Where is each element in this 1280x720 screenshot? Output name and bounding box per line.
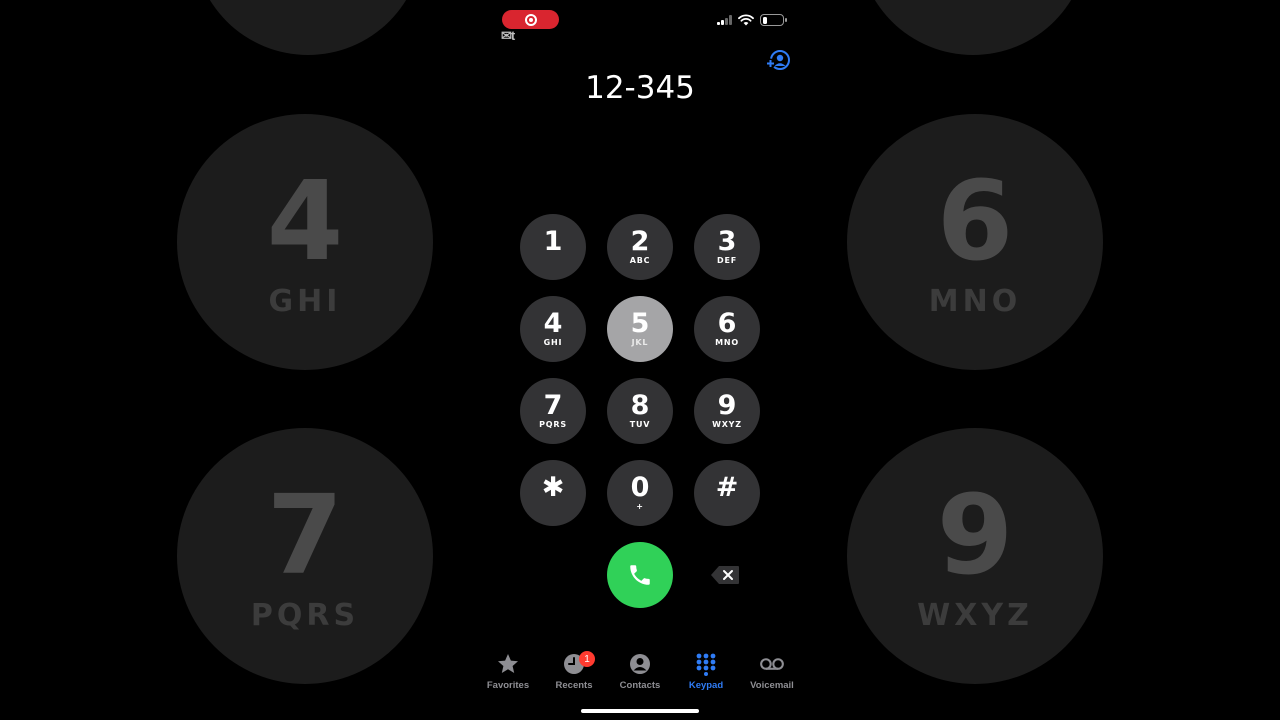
key-2[interactable]: 2 ABC bbox=[607, 214, 673, 280]
key-4[interactable]: 4 GHI bbox=[520, 296, 586, 362]
home-indicator[interactable] bbox=[581, 709, 699, 713]
background-key-6: 6 MNO bbox=[847, 114, 1103, 370]
tab-label: Voicemail bbox=[750, 680, 794, 691]
background-key-digit: 9 bbox=[936, 470, 1014, 599]
key-digit: 5 bbox=[630, 308, 650, 339]
key-hash[interactable]: # bbox=[694, 460, 760, 526]
key-3[interactable]: 3 DEF bbox=[694, 214, 760, 280]
key-9[interactable]: 9 WXYZ bbox=[694, 378, 760, 444]
background-key-digit: 7 bbox=[266, 470, 344, 599]
tab-voicemail[interactable]: Voicemail bbox=[743, 652, 801, 691]
tab-contacts[interactable]: Contacts bbox=[611, 652, 669, 691]
key-digit: 1 bbox=[543, 226, 563, 257]
key-letters: TUV bbox=[629, 420, 651, 429]
key-letters: ABC bbox=[629, 256, 651, 265]
tab-bar: Favorites 1 Recents Contacts Keypad Voic… bbox=[460, 651, 820, 691]
background-key-7: 7 PQRS bbox=[177, 428, 433, 684]
key-letters: MNO bbox=[715, 338, 739, 347]
background-key-digit: 6 bbox=[936, 156, 1014, 285]
key-letters: PQRS bbox=[539, 420, 567, 429]
key-digit: 2 bbox=[630, 226, 650, 257]
background-key-top-left bbox=[193, 0, 423, 55]
key-digit: # bbox=[715, 472, 739, 503]
tab-recents[interactable]: 1 Recents bbox=[545, 651, 603, 691]
background-key-4: 4 GHI bbox=[177, 114, 433, 370]
dialed-number: 12-345 bbox=[585, 70, 695, 106]
key-digit: 7 bbox=[543, 390, 563, 421]
key-5[interactable]: 5 JKL bbox=[607, 296, 673, 362]
battery-icon bbox=[760, 14, 787, 26]
key-digit: 6 bbox=[717, 308, 737, 339]
key-6[interactable]: 6 MNO bbox=[694, 296, 760, 362]
cellular-signal-icon bbox=[717, 15, 732, 25]
key-1[interactable]: 1 bbox=[520, 214, 586, 280]
key-digit: 4 bbox=[543, 308, 563, 339]
background-key-letters: WXYZ bbox=[917, 597, 1033, 633]
voicemail-icon bbox=[760, 658, 784, 670]
key-8[interactable]: 8 TUV bbox=[607, 378, 673, 444]
delete-digit-icon[interactable] bbox=[710, 565, 740, 585]
add-contact-icon[interactable] bbox=[765, 49, 791, 71]
status-bar-right bbox=[717, 14, 787, 26]
key-digit: 8 bbox=[630, 390, 650, 421]
keypad: 1 2 ABC 3 DEF 4 GHI 5 JKL 6 MNO 7 PQRS 8 TUV 9W… bbox=[520, 214, 760, 526]
wifi-icon bbox=[738, 14, 754, 26]
background-key-letters: GHI bbox=[268, 283, 342, 319]
app-watermark: ✉t bbox=[501, 28, 515, 43]
keypad-icon bbox=[696, 653, 716, 676]
key-7[interactable]: 7 PQRS bbox=[520, 378, 586, 444]
key-digit: ✱ bbox=[541, 472, 565, 503]
battery-fill bbox=[762, 16, 768, 24]
key-star[interactable]: ✱ bbox=[520, 460, 586, 526]
key-0[interactable]: 0 + bbox=[607, 460, 673, 526]
background-key-letters: PQRS bbox=[250, 597, 360, 633]
record-icon bbox=[524, 13, 537, 26]
key-letters: + bbox=[636, 502, 644, 511]
background-key-top-right bbox=[858, 0, 1088, 55]
recents-badge: 1 bbox=[579, 651, 595, 667]
background-key-9: 9 WXYZ bbox=[847, 428, 1103, 684]
background-key-digit: 4 bbox=[266, 156, 344, 285]
tab-label: Contacts bbox=[619, 680, 661, 691]
key-digit: 0 bbox=[630, 472, 650, 503]
key-letters: WXYZ bbox=[712, 420, 742, 429]
person-circle-icon bbox=[630, 654, 650, 674]
tab-label: Favorites bbox=[486, 680, 530, 691]
screen-recording-indicator[interactable] bbox=[502, 10, 559, 29]
background-key-letters: MNO bbox=[928, 283, 1022, 319]
key-letters: DEF bbox=[717, 256, 737, 265]
tab-keypad[interactable]: Keypad bbox=[677, 652, 735, 691]
key-letters: GHI bbox=[543, 338, 563, 347]
star-icon bbox=[498, 654, 518, 673]
phone-icon bbox=[630, 565, 650, 585]
tab-label: Keypad bbox=[688, 680, 724, 691]
key-digit: 9 bbox=[717, 390, 737, 421]
tab-favorites[interactable]: Favorites bbox=[479, 652, 537, 691]
key-digit: 3 bbox=[717, 226, 737, 257]
tab-label: Recents bbox=[555, 680, 593, 691]
call-button[interactable] bbox=[607, 542, 673, 608]
phone-screen: ✉t 12-345 1 2 ABC 3 DEF 4 GHI 5 JKL 6 MNO 7 PQ… bbox=[460, 0, 820, 720]
key-letters: JKL bbox=[631, 338, 649, 347]
